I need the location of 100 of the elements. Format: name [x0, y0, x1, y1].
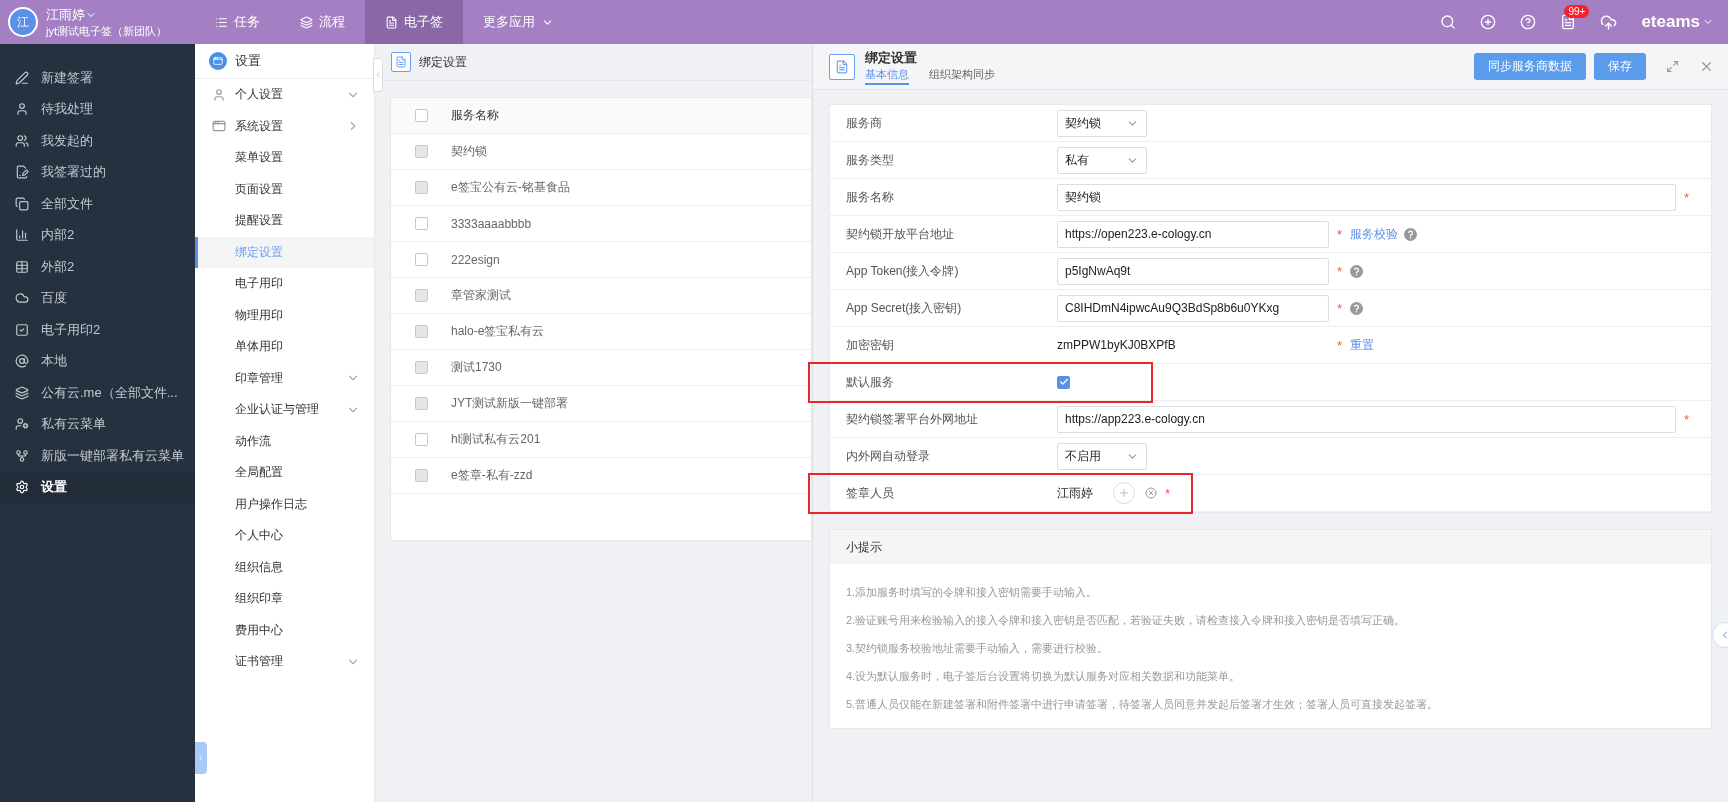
field-label: App Token(接入令牌) [845, 262, 960, 280]
menu-item[interactable]: 个人中心 [195, 520, 374, 552]
sidebar-item[interactable]: 公有云.me（全部文件... [0, 377, 195, 409]
menu-item[interactable]: 证书管理 [195, 646, 374, 678]
menu-item[interactable]: 电子用印 [195, 268, 374, 300]
help-icon[interactable] [1350, 301, 1364, 315]
select-field[interactable]: 私有 [1057, 146, 1147, 174]
menu-item[interactable]: 单体用印 [195, 331, 374, 363]
tips-title: 小提示 [846, 538, 882, 556]
close-icon[interactable] [1699, 59, 1714, 74]
sidebar-item[interactable]: 我发起的 [0, 125, 195, 157]
sidebar-item[interactable]: 我签署过的 [0, 156, 195, 188]
select-field[interactable]: 契约锁 [1057, 109, 1147, 137]
checkbox[interactable] [414, 217, 428, 230]
required-mark: * [1683, 189, 1689, 205]
file-icon [15, 165, 29, 180]
document-icon [385, 15, 398, 29]
page-title: 绑定设置 [419, 53, 467, 71]
help-icon[interactable] [1350, 264, 1364, 278]
tip-text: 5.普通人员仅能在新建签署和附件签署中进行申请签署，待签署人员同意并发起后签署才生效；签署人员可直接发起签署。 [846, 697, 1440, 712]
field-label: 服务类型 [845, 151, 895, 169]
sidebar-item[interactable]: 新版一键部署私有云菜单 [0, 440, 195, 472]
input-field[interactable]: https://app223.e-cology.cn [1057, 405, 1676, 433]
nav-tab[interactable]: 电子签 [365, 0, 463, 44]
sidebar-item[interactable]: 设置 [0, 471, 195, 503]
menu-item[interactable]: 用户操作日志 [195, 488, 374, 520]
menu-item[interactable]: 个人设置 [195, 79, 374, 111]
menu-item[interactable]: 组织信息 [195, 551, 374, 583]
fork-icon [15, 448, 29, 463]
menu-item[interactable]: 菜单设置 [195, 142, 374, 174]
menu-item[interactable]: 印章管理 [195, 362, 374, 394]
collapse-handle[interactable] [373, 58, 383, 92]
checkbox[interactable] [414, 109, 428, 122]
input-field[interactable]: p5IgNwAq9t [1057, 257, 1329, 285]
menu-item[interactable]: 组织印章 [195, 583, 374, 615]
window-icon [212, 119, 226, 134]
cloud-upload-icon[interactable] [1600, 13, 1618, 31]
required-mark: * [1337, 226, 1343, 242]
drawer-title: 绑定设置 [865, 48, 918, 67]
field-label: 加密密钥 [845, 336, 895, 354]
menu-item[interactable]: 页面设置 [195, 173, 374, 205]
table-cell: 222esign [451, 252, 500, 267]
cloud-icon [15, 291, 29, 306]
input-field[interactable]: https://open223.e-cology.cn [1057, 220, 1329, 248]
list-icon [215, 15, 228, 29]
help-icon[interactable] [1404, 227, 1418, 241]
expand-icon[interactable] [1666, 60, 1679, 73]
field-label: 签章人员 [845, 484, 895, 502]
input-field[interactable]: 契约锁 [1057, 183, 1676, 211]
menu-item[interactable]: 系统设置 [195, 110, 374, 142]
table-cell: 测试1730 [451, 359, 502, 376]
sidebar-item[interactable]: 新建签署 [0, 62, 195, 94]
tip-text: 3.契约锁服务校验地址需要手动输入，需要进行校验。 [846, 641, 1110, 656]
checkbox[interactable] [1057, 375, 1070, 389]
notification-count: 99+ [1564, 5, 1590, 18]
sidebar-item[interactable]: 外部2 [0, 251, 195, 283]
tip-text: 1.添加服务时填写的令牌和接入密钥需要手动输入。 [846, 585, 1099, 600]
table-cell: 章管家测试 [451, 287, 511, 304]
required-mark: * [1165, 485, 1171, 501]
menu-item[interactable]: 费用中心 [195, 614, 374, 646]
checkbox[interactable] [414, 253, 428, 266]
copy-icon [15, 196, 29, 211]
tab[interactable]: 组织架构同步 [929, 66, 995, 85]
menu-item[interactable]: 提醒设置 [195, 205, 374, 237]
help-icon[interactable] [1520, 14, 1537, 30]
menu-item[interactable]: 动作流 [195, 425, 374, 457]
table-cell: halo-e签宝私有云 [451, 323, 545, 340]
team-name: jyt测试电子签（新团队） [46, 23, 167, 39]
menu-item[interactable]: 企业认证与管理 [195, 394, 374, 426]
field-label: 契约锁开放平台地址 [845, 225, 955, 243]
checkbox[interactable] [414, 433, 428, 446]
document-icon [391, 52, 411, 72]
menu-item[interactable]: 全局配置 [195, 457, 374, 489]
sidebar-item[interactable]: 待我处理 [0, 93, 195, 125]
user-icon [15, 102, 29, 117]
field-label: 契约锁签署平台外网地址 [845, 410, 979, 428]
collapse-handle[interactable] [195, 742, 207, 774]
search-icon[interactable] [1440, 14, 1457, 30]
tip-text: 2.验证账号用来检验输入的接入令牌和接入密钥是否匹配，若验证失败，请检查接入令牌和接入密钥是否填写正确。 [846, 613, 1407, 628]
table-cell: 契约锁 [451, 143, 487, 160]
sidebar-item[interactable]: 私有云菜单 [0, 408, 195, 440]
clear-icon[interactable] [1145, 487, 1157, 499]
column-header: 服务名称 [451, 107, 499, 124]
select-field[interactable]: 不启用 [1057, 442, 1147, 470]
table-cell: 3333aaaabbbb [451, 216, 532, 231]
sidebar-item[interactable]: 内部2 [0, 219, 195, 251]
chart-icon [15, 228, 29, 243]
sidebar-item[interactable]: 本地 [0, 345, 195, 377]
user-icon [15, 417, 29, 432]
required-mark: * [1683, 411, 1689, 427]
menu-item[interactable]: 物理用印 [195, 299, 374, 331]
table-cell: e签章-私有-zzd [451, 467, 533, 484]
input-field[interactable]: C8IHDmN4ipwcAu9Q3BdSp8b6u0YKxg [1057, 294, 1329, 322]
sidebar-item[interactable]: 电子用印2 [0, 314, 195, 346]
menu-title: 设置 [235, 52, 261, 70]
field-value: zmPPW1byKJ0BXPfB [1057, 338, 1176, 352]
checkbox-icon [15, 322, 29, 337]
sidebar-item[interactable]: 全部文件 [0, 188, 195, 220]
required-mark: * [1337, 263, 1343, 279]
sidebar-item[interactable]: 百度 [0, 282, 195, 314]
